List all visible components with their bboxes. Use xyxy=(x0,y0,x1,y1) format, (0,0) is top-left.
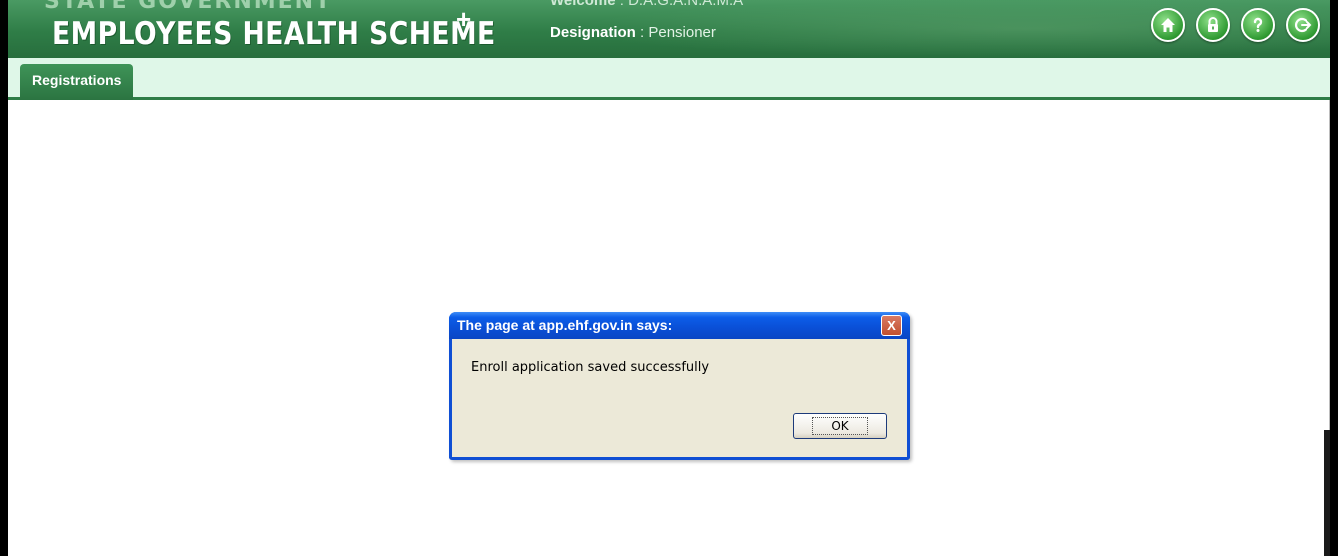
scrollbar-thumb[interactable] xyxy=(1324,430,1330,556)
brand-plus-icon: + xyxy=(456,4,472,34)
tab-registrations[interactable]: Registrations xyxy=(20,64,134,100)
designation-line: Designation : Pensioner xyxy=(550,24,716,41)
browser-page: STATE GOVERNMENT EMPLOYEES HEALTH SCHEME… xyxy=(8,0,1330,556)
welcome-value: : D.A.G.A.N.A.M.A xyxy=(619,0,744,9)
header-icon-bar xyxy=(1151,8,1320,42)
brand-title: EMPLOYEES HEALTH SCHEME xyxy=(52,16,496,52)
ok-button-label: OK xyxy=(812,417,868,435)
close-icon[interactable]: X xyxy=(881,315,902,336)
home-icon[interactable] xyxy=(1151,8,1185,42)
tab-bar: Registrations xyxy=(8,58,1330,100)
brand-subtitle: STATE GOVERNMENT xyxy=(44,0,333,14)
logout-icon[interactable] xyxy=(1286,8,1320,42)
designation-value: : Pensioner xyxy=(640,24,716,41)
alert-dialog: The page at app.ehf.gov.in says: X Enrol… xyxy=(449,312,910,460)
lock-icon[interactable] xyxy=(1196,8,1230,42)
dialog-title-bar: The page at app.ehf.gov.in says: X xyxy=(449,312,910,339)
dialog-message: Enroll application saved successfully xyxy=(471,360,710,375)
designation-label: Designation xyxy=(550,24,636,41)
welcome-line: Welcome : D.A.G.A.N.A.M.A xyxy=(550,0,743,9)
dialog-title: The page at app.ehf.gov.in says: xyxy=(457,317,673,333)
scrollbar-track[interactable] xyxy=(1329,100,1330,430)
help-icon[interactable] xyxy=(1241,8,1275,42)
welcome-label: Welcome xyxy=(550,0,616,9)
app-header: STATE GOVERNMENT EMPLOYEES HEALTH SCHEME… xyxy=(8,0,1330,58)
ok-button[interactable]: OK xyxy=(793,413,887,439)
